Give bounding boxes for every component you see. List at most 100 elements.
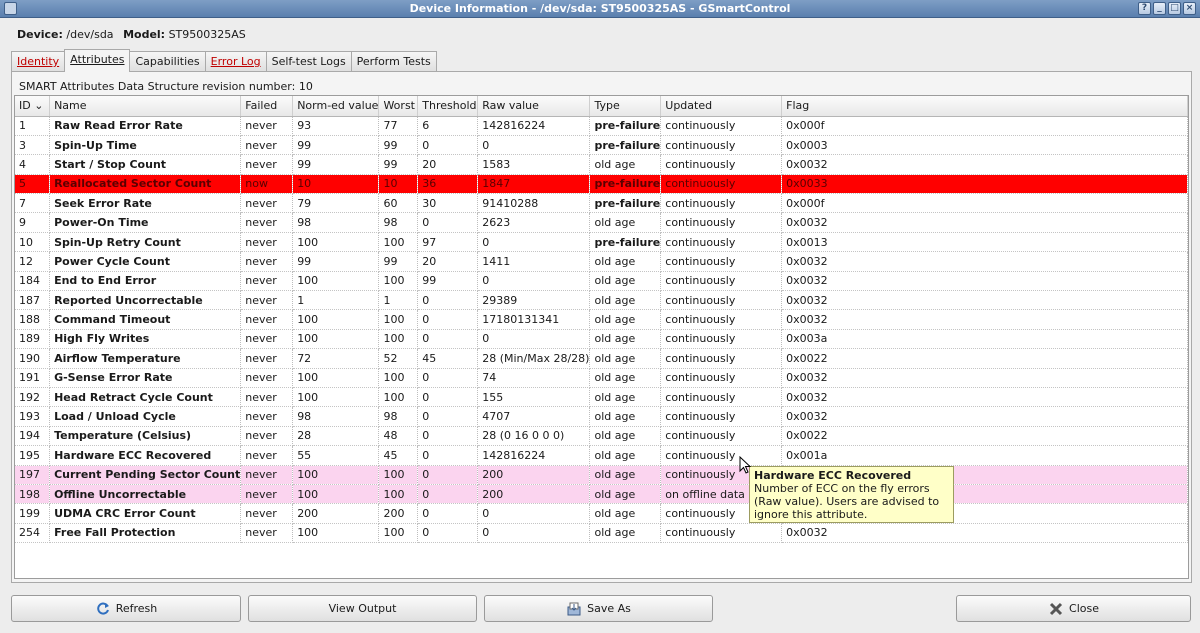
column-header-raw-value[interactable]: Raw value [477, 96, 591, 117]
cell-failed: never [240, 445, 294, 466]
table-row[interactable]: 188 Command Timeout never 100 100 0 1718013134… [15, 309, 1188, 330]
cell-normed-value: 98 [292, 406, 380, 427]
column-header-type[interactable]: Type [589, 96, 662, 117]
column-header-name[interactable]: Name [49, 96, 242, 117]
cell-type: old age [589, 251, 662, 272]
cell-raw-value: 28 (Min/Max 28/28) [477, 348, 591, 369]
cell-name: UDMA CRC Error Count [49, 503, 242, 524]
table-row[interactable]: 5 Reallocated Sector Count now 10 10 36 1847 pr… [15, 174, 1188, 195]
tab-attributes[interactable]: Attributes [64, 49, 131, 72]
close-window-icon[interactable]: × [1183, 2, 1196, 15]
tab-error-log[interactable]: Error Log [204, 51, 267, 72]
cell-threshold: 20 [417, 154, 479, 175]
cell-worst: 100 [378, 387, 419, 408]
column-header-failed[interactable]: Failed [240, 96, 294, 117]
cell-updated: continuously [660, 154, 783, 175]
column-header-id[interactable]: ID ⌄ [15, 96, 51, 117]
cell-type: old age [589, 426, 662, 447]
refresh-button[interactable]: Refresh [11, 595, 241, 622]
attributes-panel: SMART Attributes Data Structure revision… [11, 71, 1192, 583]
table-row[interactable]: 7 Seek Error Rate never 79 60 30 91410288 pre-f… [15, 193, 1188, 214]
column-header-updated[interactable]: Updated [660, 96, 783, 117]
cell-failed: never [240, 368, 294, 388]
table-row[interactable]: 199 UDMA CRC Error Count never 200 200 0 0 old … [15, 503, 1188, 524]
table-row[interactable]: 193 Load / Unload Cycle never 98 98 0 4707 old … [15, 406, 1188, 427]
table-row[interactable]: 3 Spin-Up Time never 99 99 0 0 pre-failure conti… [15, 135, 1188, 156]
cell-raw-value: 0 [477, 135, 591, 156]
tab-perform-tests[interactable]: Perform Tests [350, 51, 437, 72]
table-row[interactable]: 9 Power-On Time never 98 98 0 2623 old age conti… [15, 212, 1188, 233]
cell-updated: continuously [660, 135, 783, 156]
cell-id: 199 [15, 503, 51, 524]
cell-threshold: 97 [417, 232, 479, 253]
tab-bar: Identity Attributes Capabilities Error L… [11, 49, 437, 72]
cell-flag: 0x0013 [781, 232, 1188, 253]
window-title: Device Information - /dev/sda: ST9500325… [409, 2, 791, 15]
window-titlebar[interactable]: Device Information - /dev/sda: ST9500325… [0, 0, 1200, 18]
cell-name: Free Fall Protection [49, 523, 242, 544]
table-row[interactable]: 1 Raw Read Error Rate never 93 77 6 142816224 p… [15, 116, 1188, 136]
table-row[interactable]: 198 Offline Uncorrectable never 100 100 0 200 o… [15, 484, 1188, 505]
view-output-button[interactable]: View Output [248, 595, 477, 622]
cell-id: 193 [15, 406, 51, 427]
table-row[interactable]: 191 G-Sense Error Rate never 100 100 0 74 old a… [15, 368, 1188, 388]
cell-normed-value: 99 [292, 154, 380, 175]
cell-normed-value: 79 [292, 193, 380, 214]
cell-type: pre-failure [589, 135, 662, 156]
cell-id: 191 [15, 368, 51, 388]
table-row[interactable]: 4 Start / Stop Count never 99 99 20 1583 old ag… [15, 154, 1188, 175]
column-header-threshold[interactable]: Threshold [417, 96, 479, 117]
cell-raw-value: 200 [477, 465, 591, 485]
table-row[interactable]: 187 Reported Uncorrectable never 1 1 0 29389 ol… [15, 290, 1188, 311]
table-row[interactable]: 197 Current Pending Sector Count never 100 1… [15, 465, 1188, 485]
cell-flag: 0x0022 [781, 348, 1188, 369]
device-value: /dev/sda [66, 28, 114, 41]
cell-normed-value: 200 [292, 503, 380, 524]
table-row[interactable]: 190 Airflow Temperature never 72 52 45 28 (Min… [15, 348, 1188, 369]
maximize-icon[interactable]: □ [1168, 2, 1181, 15]
table-row[interactable]: 254 Free Fall Protection never 100 100 0 0 old … [15, 523, 1188, 544]
cell-updated: continuously [660, 193, 783, 214]
tab-identity[interactable]: Identity [11, 51, 66, 72]
cell-flag: 0x000f [781, 193, 1188, 214]
cell-updated: continuously [660, 290, 783, 311]
cell-normed-value: 28 [292, 426, 380, 447]
minimize-icon[interactable]: _ [1153, 2, 1166, 15]
table-row[interactable]: 12 Power Cycle Count never 99 99 20 1411 old ag… [15, 251, 1188, 272]
cell-updated: continuously [660, 387, 783, 408]
table-row[interactable]: 192 Head Retract Cycle Count never 100 100 0 1… [15, 387, 1188, 408]
column-header-flag[interactable]: Flag [781, 96, 1188, 117]
tab-capabilities[interactable]: Capabilities [129, 51, 206, 72]
cell-id: 3 [15, 135, 51, 156]
cell-failed: never [240, 465, 294, 485]
column-header-normed-value[interactable]: Norm-ed value [292, 96, 380, 117]
table-row[interactable]: 189 High Fly Writes never 100 100 0 0 old age co… [15, 329, 1188, 350]
close-button[interactable]: Close [956, 595, 1191, 622]
cell-id: 10 [15, 232, 51, 253]
cell-name: High Fly Writes [49, 329, 242, 350]
cell-name: Power-On Time [49, 212, 242, 233]
cell-id: 187 [15, 290, 51, 311]
tab-self-test-logs[interactable]: Self-test Logs [265, 51, 352, 72]
cell-failed: never [240, 251, 294, 272]
table-row[interactable]: 194 Temperature (Celsius) never 28 48 0 28 (0 … [15, 426, 1188, 447]
cell-worst: 100 [378, 329, 419, 350]
cell-threshold: 0 [417, 290, 479, 311]
cell-failed: never [240, 232, 294, 253]
attributes-table-container[interactable]: ID ⌄ Name Failed Norm-ed value Worst Thr… [14, 95, 1189, 579]
cell-worst: 100 [378, 368, 419, 388]
cell-flag: 0x0032 [781, 523, 1188, 544]
help-icon[interactable]: ? [1138, 2, 1151, 15]
table-row[interactable]: 10 Spin-Up Retry Count never 100 100 97 0 pre-f… [15, 232, 1188, 253]
cell-raw-value: 0 [477, 523, 591, 544]
table-row[interactable]: 195 Hardware ECC Recovered never 55 45 0 14281… [15, 445, 1188, 466]
cell-worst: 200 [378, 503, 419, 524]
cell-id: 9 [15, 212, 51, 233]
cell-worst: 52 [378, 348, 419, 369]
cell-type: old age [589, 445, 662, 466]
cell-raw-value: 1583 [477, 154, 591, 175]
cell-normed-value: 98 [292, 212, 380, 233]
column-header-worst[interactable]: Worst [378, 96, 419, 117]
table-row[interactable]: 184 End to End Error never 100 100 99 0 old age… [15, 271, 1188, 292]
save-as-button[interactable]: Save As [484, 595, 713, 622]
